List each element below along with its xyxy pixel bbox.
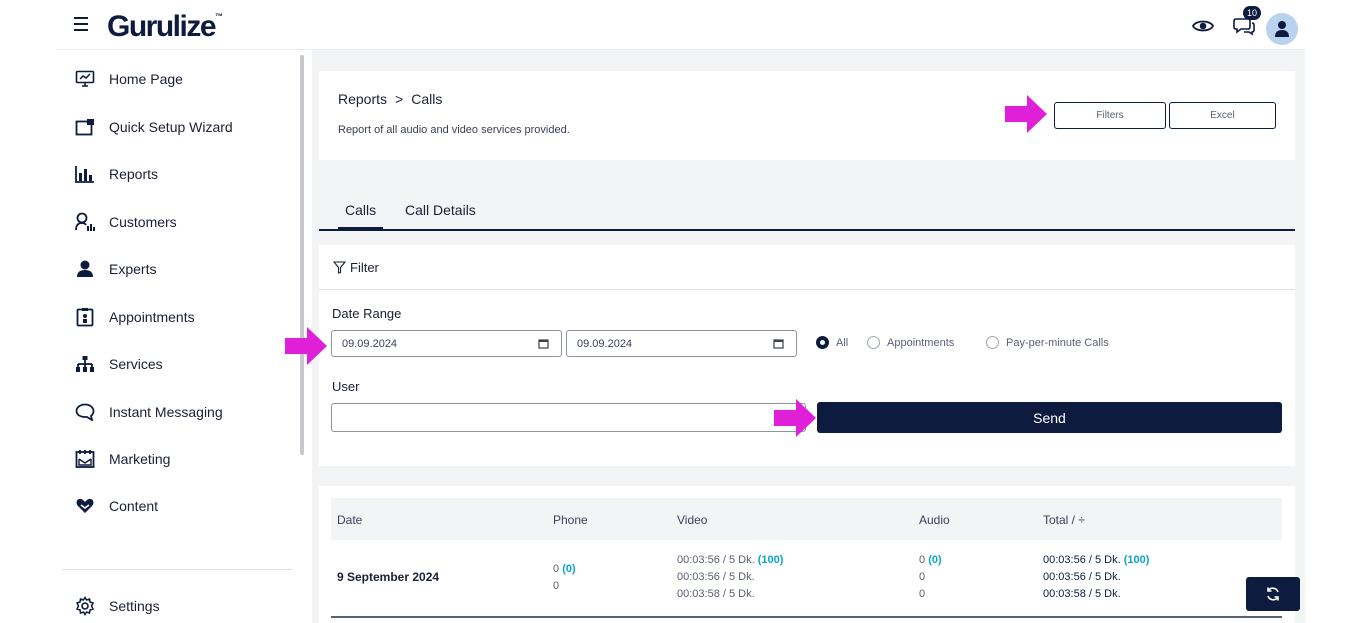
date-range-label: Date Range (332, 306, 402, 321)
chat-bubble-icon (74, 401, 96, 423)
clipboard-user-icon (74, 306, 96, 328)
logo[interactable]: Gurulize™ (107, 10, 223, 44)
window-add-icon (74, 116, 96, 138)
gear-icon (74, 595, 96, 617)
hamburger-menu-icon[interactable] (74, 17, 92, 31)
column-header-video[interactable]: Video (677, 513, 707, 527)
heart-hands-icon (74, 495, 96, 517)
sidebar-scrollbar[interactable] (300, 55, 304, 455)
radio-pay-per-minute[interactable]: Pay-per-minute Calls (986, 336, 1109, 349)
sidebar-item-label: Content (109, 498, 159, 514)
calendar-mail-icon (74, 448, 96, 470)
sidebar-item-label: Services (109, 356, 163, 372)
page-header-card: Reports > Calls Report of all audio and … (319, 71, 1295, 160)
top-header: Gurulize™ 10 (56, 0, 1305, 50)
column-header-total[interactable]: Total / ÷ (1043, 513, 1085, 527)
sidebar-item-customers[interactable]: Customers (74, 207, 284, 237)
filters-button[interactable]: Filters (1054, 102, 1166, 129)
sidebar-item-reports[interactable]: Reports (74, 159, 284, 189)
user-label: User (332, 379, 360, 394)
annotation-arrow-icon (285, 327, 327, 365)
user-icon (74, 258, 96, 280)
radio-appointments[interactable]: Appointments (867, 336, 954, 349)
calls-table: Date Phone Video Audio Total / ÷ 9 Septe… (319, 486, 1295, 623)
refresh-icon (1267, 587, 1279, 601)
app-frame: Gurulize™ 10 Home Page Quick Setup Wizar… (56, 0, 1305, 623)
sidebar-item-settings[interactable]: Settings (74, 591, 284, 621)
refresh-button[interactable] (1246, 577, 1300, 611)
excel-button[interactable]: Excel (1169, 102, 1276, 129)
breadcrumb: Reports > Calls (338, 91, 442, 107)
sidebar: Home Page Quick Setup Wizard Reports Cus… (56, 50, 301, 623)
bar-chart-icon (74, 163, 96, 185)
radio-all[interactable]: All (816, 336, 848, 349)
breadcrumb-reports-link[interactable]: Reports (338, 91, 387, 107)
sidebar-item-appointments[interactable]: Appointments (74, 302, 284, 332)
eye-icon[interactable] (1191, 17, 1215, 35)
main-content: Reports > Calls Report of all audio and … (312, 50, 1305, 623)
user-input[interactable] (331, 403, 806, 432)
breadcrumb-separator: > (395, 91, 404, 107)
sidebar-item-label: Experts (109, 261, 157, 277)
row-phone: 0 (0) 0 (553, 563, 576, 592)
sidebar-item-marketing[interactable]: Marketing (74, 444, 284, 474)
date-from-input[interactable]: 09.09.2024 (331, 330, 562, 357)
column-header-phone[interactable]: Phone (553, 513, 588, 527)
tab-call-details[interactable]: Call Details (405, 202, 476, 218)
page-subtitle: Report of all audio and video services p… (338, 124, 570, 136)
sidebar-item-label: Reports (109, 166, 159, 182)
funnel-icon (333, 261, 346, 274)
radio-unchecked-icon (986, 336, 999, 349)
radio-checked-icon (816, 336, 829, 349)
avatar[interactable] (1266, 13, 1298, 45)
radio-unchecked-icon (867, 336, 880, 349)
annotation-arrow-icon (1005, 95, 1047, 133)
sidebar-item-home[interactable]: Home Page (74, 64, 284, 94)
sidebar-item-quick-setup[interactable]: Quick Setup Wizard (74, 112, 284, 142)
calendar-icon (773, 339, 784, 349)
sidebar-item-label: Customers (109, 214, 177, 230)
table-header: Date Phone Video Audio Total / ÷ (331, 498, 1282, 540)
row-video: 00:03:56 / 5 Dk. (100) 00:03:56 / 5 Dk. … (677, 554, 784, 600)
row-audio: 0 (0) 0 0 (919, 554, 942, 600)
sidebar-item-content[interactable]: Content (74, 491, 284, 521)
sidebar-item-label: Marketing (109, 451, 171, 467)
tab-calls[interactable]: Calls (338, 202, 384, 230)
annotation-arrow-icon (774, 399, 816, 437)
column-header-audio[interactable]: Audio (919, 513, 950, 527)
filter-header[interactable]: Filter (319, 245, 1295, 290)
sidebar-item-services[interactable]: Services (74, 349, 284, 379)
row-date: 9 September 2024 (337, 570, 440, 584)
sidebar-item-label: Appointments (109, 309, 195, 325)
sidebar-item-label: Instant Messaging (109, 404, 223, 420)
table-divider (331, 616, 1282, 618)
sidebar-item-label: Quick Setup Wizard (109, 119, 233, 135)
send-button[interactable]: Send (817, 402, 1282, 433)
report-tabs: Calls Call Details (319, 188, 1295, 231)
sidebar-item-experts[interactable]: Experts (74, 254, 284, 284)
date-to-input[interactable]: 09.09.2024 (566, 330, 797, 357)
monitor-chart-icon (74, 68, 96, 90)
hierarchy-icon (74, 353, 96, 375)
breadcrumb-current: Calls (411, 91, 443, 107)
calendar-icon (538, 339, 549, 349)
sidebar-divider (62, 569, 292, 570)
sidebar-item-label: Settings (109, 598, 160, 614)
user-chart-icon (74, 211, 96, 233)
row-total: 00:03:56 / 5 Dk. (100) 00:03:56 / 5 Dk. … (1043, 554, 1150, 600)
sidebar-item-instant-messaging[interactable]: Instant Messaging (74, 397, 284, 427)
notification-badge: 10 (1243, 6, 1261, 20)
sidebar-item-label: Home Page (109, 71, 183, 87)
column-header-date[interactable]: Date (337, 513, 362, 527)
filter-title: Filter (350, 260, 379, 275)
